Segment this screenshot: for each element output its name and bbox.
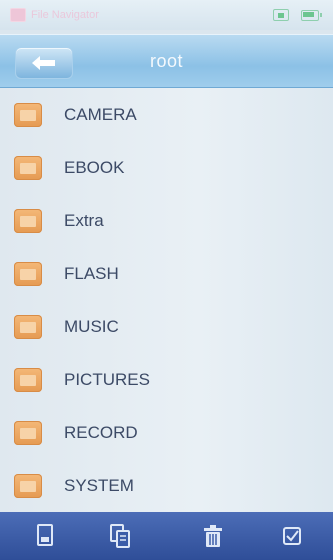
select-button[interactable] xyxy=(276,520,308,552)
bottom-toolbar xyxy=(0,512,333,560)
folder-icon xyxy=(14,155,42,180)
folder-icon xyxy=(14,102,42,127)
folder-label: FLASH xyxy=(64,263,119,283)
navigation-bar: root xyxy=(0,34,333,88)
copy-icon xyxy=(110,524,130,548)
folder-row-record[interactable]: RECORD xyxy=(0,406,333,459)
open-button[interactable] xyxy=(29,520,61,552)
delete-icon xyxy=(204,525,222,547)
folder-row-camera[interactable]: CAMERA xyxy=(0,88,333,141)
folder-icon xyxy=(14,367,42,392)
folder-label: SYSTEM xyxy=(64,475,134,495)
open-icon xyxy=(37,524,53,546)
status-bar: File Navigator xyxy=(0,0,333,30)
folder-icon xyxy=(14,314,42,339)
folder-label: CAMERA xyxy=(64,104,137,124)
folder-icon xyxy=(14,208,42,233)
folder-label: PICTURES xyxy=(64,369,150,389)
delete-button[interactable] xyxy=(197,520,229,552)
folder-row-ebook[interactable]: EBOOK xyxy=(0,141,333,194)
folder-label: MUSIC xyxy=(64,316,119,336)
copy-button[interactable] xyxy=(104,520,136,552)
battery-icon xyxy=(301,9,322,21)
folder-row-music[interactable]: MUSIC xyxy=(0,300,333,353)
folder-label: Extra xyxy=(64,210,104,230)
folder-row-flash[interactable]: FLASH xyxy=(0,247,333,300)
app-title: File Navigator xyxy=(31,9,99,21)
media-icon xyxy=(273,9,289,21)
select-icon xyxy=(283,527,301,545)
status-icons xyxy=(273,9,322,21)
folder-icon xyxy=(14,420,42,445)
folder-row-pictures[interactable]: PICTURES xyxy=(0,353,333,406)
folder-icon xyxy=(14,473,42,498)
back-arrow-icon xyxy=(32,56,55,70)
folder-icon xyxy=(14,261,42,286)
back-button[interactable] xyxy=(15,47,73,79)
folder-row-extra[interactable]: Extra xyxy=(0,194,333,247)
folder-list: CAMERA EBOOK Extra FLASH MUSIC PICTURES … xyxy=(0,88,333,512)
folder-label: EBOOK xyxy=(64,157,125,177)
app-icon xyxy=(10,8,26,22)
folder-label: RECORD xyxy=(64,422,138,442)
folder-row-system[interactable]: SYSTEM xyxy=(0,459,333,512)
